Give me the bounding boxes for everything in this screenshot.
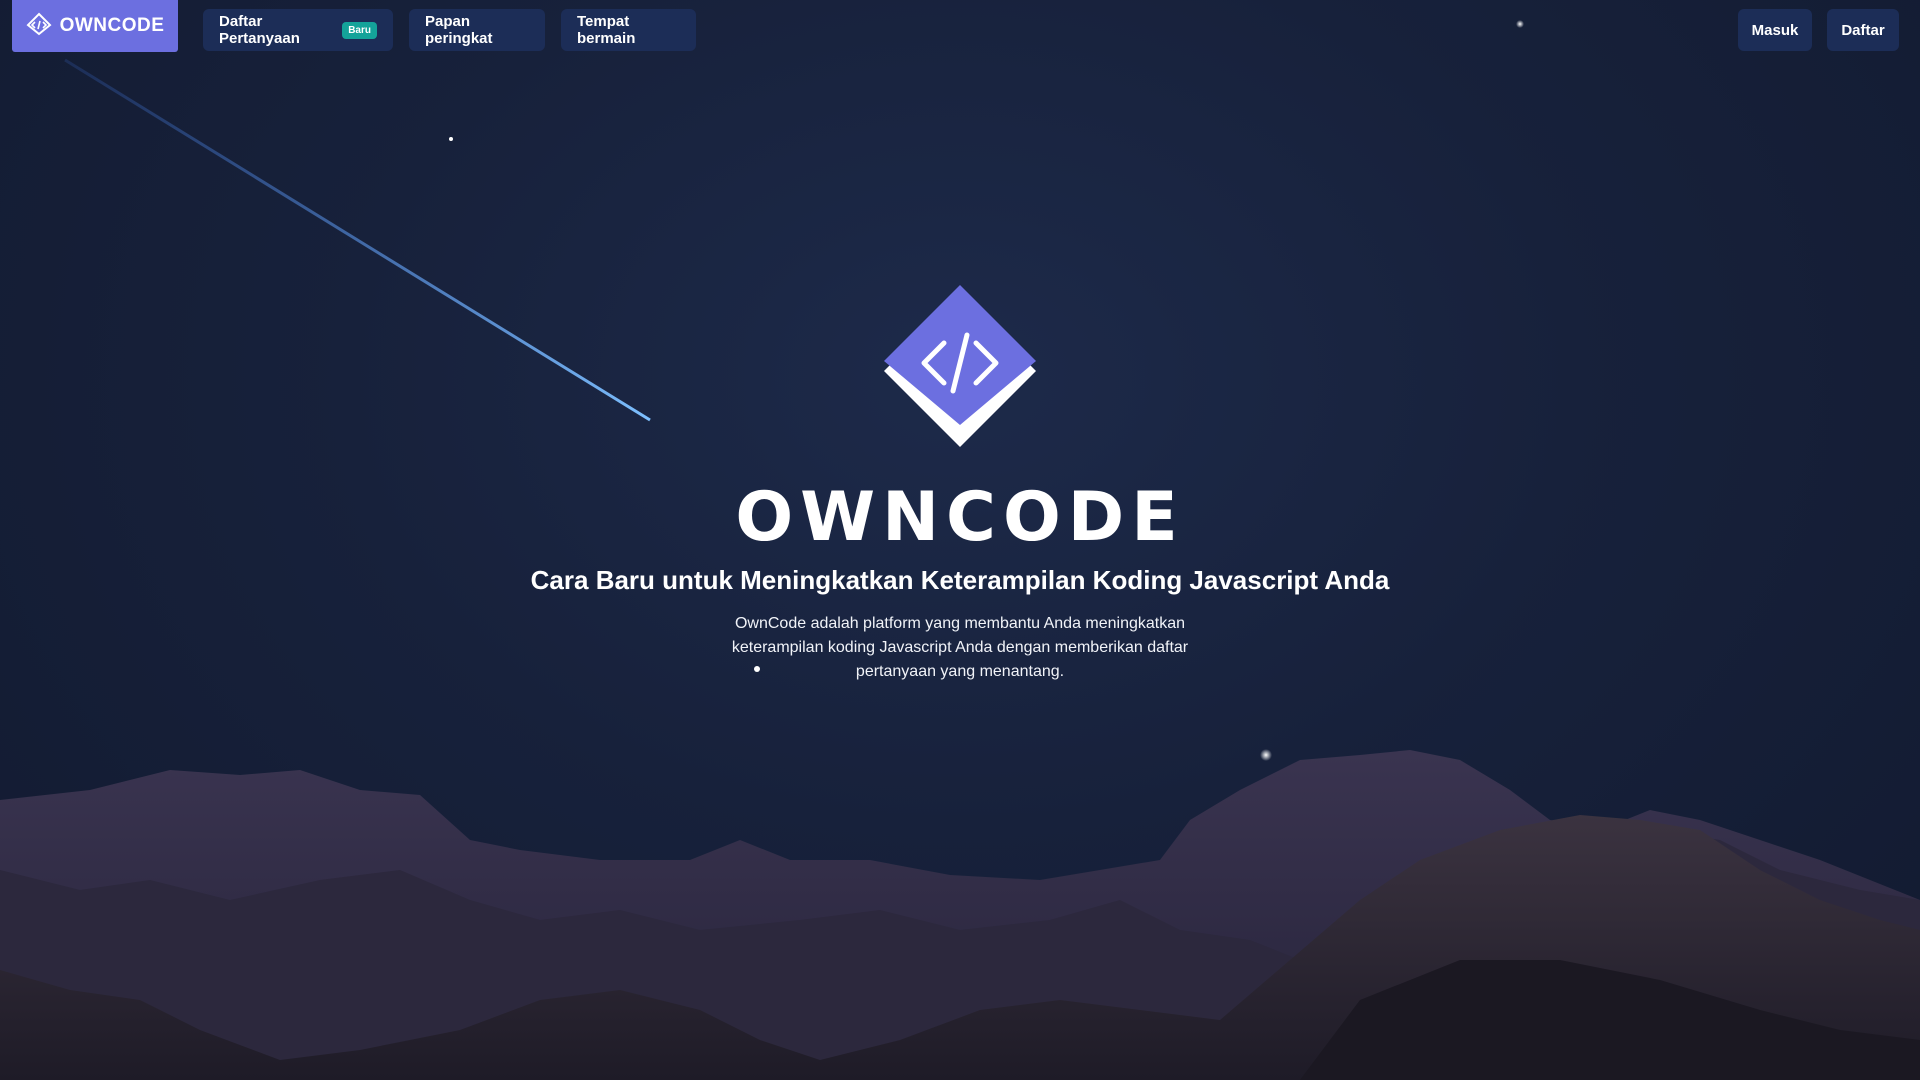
register-button-label: Daftar: [1841, 21, 1885, 39]
star: [1260, 749, 1272, 761]
code-diamond-icon: [26, 12, 52, 41]
code-diamond-icon: [882, 285, 1038, 457]
star: [449, 137, 453, 141]
logo-text: OWNCODE: [59, 15, 165, 36]
login-button[interactable]: Masuk: [1738, 9, 1812, 51]
nav-question-list-label: Daftar Pertanyaan: [219, 13, 300, 47]
new-badge: Baru: [342, 21, 377, 39]
star: [1516, 20, 1524, 28]
nav-playground[interactable]: Tempat bermain: [561, 9, 696, 51]
nav-question-list[interactable]: Daftar Pertanyaan Baru: [203, 9, 393, 51]
register-button[interactable]: Daftar: [1827, 9, 1899, 51]
nav-playground-label: Tempat bermain: [577, 13, 636, 47]
nav-leaderboard[interactable]: Papan peringkat: [409, 9, 545, 51]
meteor-streak: [64, 58, 651, 422]
hero-brand-title: OWNCODE: [735, 478, 1185, 557]
logo-home-button[interactable]: OWNCODE: [12, 0, 178, 52]
login-button-label: Masuk: [1751, 21, 1799, 39]
hero-tagline: Cara Baru untuk Meningkatkan Keterampila…: [530, 565, 1390, 595]
hero-description: OwnCode adalah platform yang membantu An…: [731, 615, 1189, 680]
nav-leaderboard-label: Papan peringkat: [425, 13, 493, 47]
